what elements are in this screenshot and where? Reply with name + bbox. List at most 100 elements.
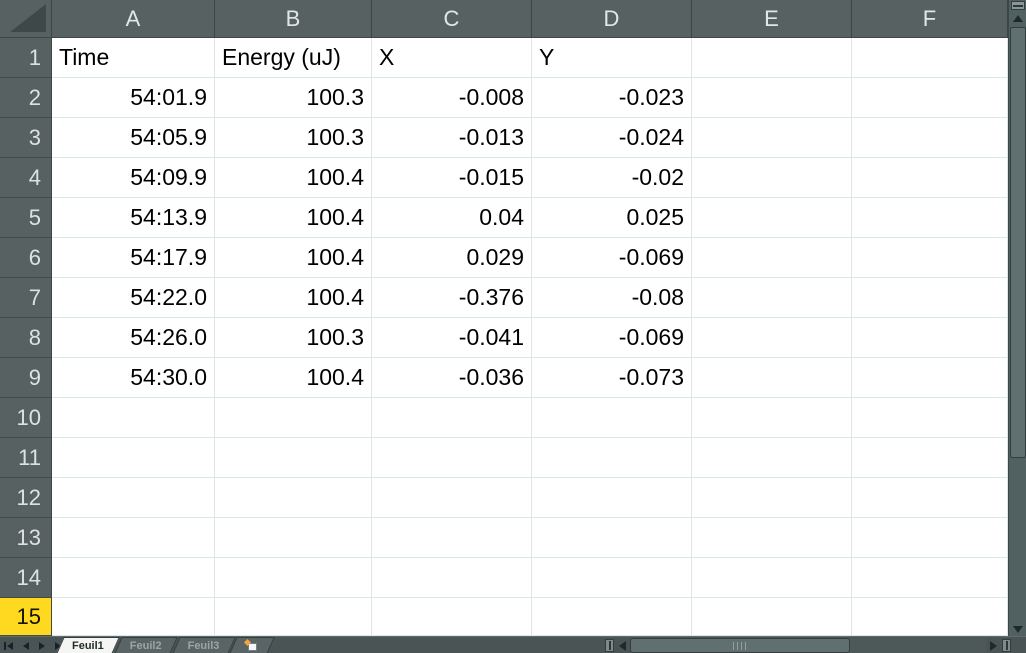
- cell-A4[interactable]: 54:09.9: [52, 158, 215, 198]
- cell-D7[interactable]: -0.08: [532, 278, 692, 318]
- cell-D2[interactable]: -0.023: [532, 78, 692, 118]
- cell-F10[interactable]: [852, 398, 1008, 438]
- row-header-2[interactable]: 2: [0, 78, 52, 118]
- horizontal-scrollbar-thumb[interactable]: [630, 638, 850, 653]
- tab-area-split-handle[interactable]: [605, 639, 614, 652]
- row-header-1[interactable]: 1: [0, 38, 52, 78]
- cell-A1[interactable]: Time: [52, 38, 215, 78]
- scroll-down-arrow-icon[interactable]: [1013, 626, 1023, 633]
- cell-E6[interactable]: [692, 238, 852, 278]
- cell-A2[interactable]: 54:01.9: [52, 78, 215, 118]
- cell-A15[interactable]: [52, 598, 215, 636]
- cell-A10[interactable]: [52, 398, 215, 438]
- cell-F4[interactable]: [852, 158, 1008, 198]
- row-header-15[interactable]: 15: [0, 598, 52, 636]
- cell-A14[interactable]: [52, 558, 215, 598]
- cell-F9[interactable]: [852, 358, 1008, 398]
- cell-C9[interactable]: -0.036: [372, 358, 532, 398]
- cell-F5[interactable]: [852, 198, 1008, 238]
- cell-C12[interactable]: [372, 478, 532, 518]
- cell-B10[interactable]: [215, 398, 372, 438]
- cell-D10[interactable]: [532, 398, 692, 438]
- cell-C5[interactable]: 0.04: [372, 198, 532, 238]
- cell-B1[interactable]: Energy (uJ): [215, 38, 372, 78]
- cell-D4[interactable]: -0.02: [532, 158, 692, 198]
- cell-F13[interactable]: [852, 518, 1008, 558]
- cell-B13[interactable]: [215, 518, 372, 558]
- cell-A6[interactable]: 54:17.9: [52, 238, 215, 278]
- cell-A9[interactable]: 54:30.0: [52, 358, 215, 398]
- cell-D12[interactable]: [532, 478, 692, 518]
- cell-F3[interactable]: [852, 118, 1008, 158]
- cell-B5[interactable]: 100.4: [215, 198, 372, 238]
- cell-D9[interactable]: -0.073: [532, 358, 692, 398]
- scroll-up-arrow-icon[interactable]: [1013, 15, 1023, 22]
- cell-C6[interactable]: 0.029: [372, 238, 532, 278]
- row-header-5[interactable]: 5: [0, 198, 52, 238]
- cell-D3[interactable]: -0.024: [532, 118, 692, 158]
- cell-D13[interactable]: [532, 518, 692, 558]
- cell-D5[interactable]: 0.025: [532, 198, 692, 238]
- insert-worksheet-tab[interactable]: [233, 637, 271, 653]
- column-header-D[interactable]: D: [532, 0, 692, 38]
- cell-B12[interactable]: [215, 478, 372, 518]
- cell-A5[interactable]: 54:13.9: [52, 198, 215, 238]
- column-header-E[interactable]: E: [692, 0, 852, 38]
- row-header-8[interactable]: 8: [0, 318, 52, 358]
- column-header-F[interactable]: F: [852, 0, 1008, 38]
- cell-B9[interactable]: 100.4: [215, 358, 372, 398]
- cell-A3[interactable]: 54:05.9: [52, 118, 215, 158]
- cell-E14[interactable]: [692, 558, 852, 598]
- row-header-3[interactable]: 3: [0, 118, 52, 158]
- cell-C10[interactable]: [372, 398, 532, 438]
- scroll-left-arrow-icon[interactable]: [619, 641, 626, 651]
- cell-A8[interactable]: 54:26.0: [52, 318, 215, 358]
- vertical-split-handle[interactable]: [1011, 1, 1025, 10]
- cell-E5[interactable]: [692, 198, 852, 238]
- cell-B4[interactable]: 100.4: [215, 158, 372, 198]
- vertical-scrollbar[interactable]: [1008, 0, 1026, 636]
- cell-B6[interactable]: 100.4: [215, 238, 372, 278]
- column-header-C[interactable]: C: [372, 0, 532, 38]
- cell-F15[interactable]: [852, 598, 1008, 636]
- cell-D6[interactable]: -0.069: [532, 238, 692, 278]
- cell-B14[interactable]: [215, 558, 372, 598]
- cell-C1[interactable]: X: [372, 38, 532, 78]
- cell-F8[interactable]: [852, 318, 1008, 358]
- row-header-11[interactable]: 11: [0, 438, 52, 478]
- cell-C15[interactable]: [372, 598, 532, 636]
- sheet-tab-feuil3[interactable]: Feuil3: [176, 637, 232, 653]
- cell-F11[interactable]: [852, 438, 1008, 478]
- cell-B2[interactable]: 100.3: [215, 78, 372, 118]
- sheet-tab-feuil1[interactable]: Feuil1: [60, 637, 116, 653]
- cell-B7[interactable]: 100.4: [215, 278, 372, 318]
- cell-E2[interactable]: [692, 78, 852, 118]
- cell-C13[interactable]: [372, 518, 532, 558]
- cell-A11[interactable]: [52, 438, 215, 478]
- sheet-tab-feuil2[interactable]: Feuil2: [118, 637, 174, 653]
- row-header-7[interactable]: 7: [0, 278, 52, 318]
- horizontal-split-handle[interactable]: [1002, 639, 1011, 652]
- cell-C11[interactable]: [372, 438, 532, 478]
- cell-E3[interactable]: [692, 118, 852, 158]
- cell-A13[interactable]: [52, 518, 215, 558]
- cell-E7[interactable]: [692, 278, 852, 318]
- cell-C8[interactable]: -0.041: [372, 318, 532, 358]
- cell-E15[interactable]: [692, 598, 852, 636]
- cell-D14[interactable]: [532, 558, 692, 598]
- cell-E11[interactable]: [692, 438, 852, 478]
- cell-C4[interactable]: -0.015: [372, 158, 532, 198]
- cell-D8[interactable]: -0.069: [532, 318, 692, 358]
- cell-D1[interactable]: Y: [532, 38, 692, 78]
- column-header-B[interactable]: B: [215, 0, 372, 38]
- cell-C14[interactable]: [372, 558, 532, 598]
- vertical-scrollbar-thumb[interactable]: [1010, 27, 1026, 458]
- cell-F2[interactable]: [852, 78, 1008, 118]
- previous-sheet-icon[interactable]: [20, 639, 32, 652]
- cell-A7[interactable]: 54:22.0: [52, 278, 215, 318]
- cell-B11[interactable]: [215, 438, 372, 478]
- select-all-corner[interactable]: [0, 0, 52, 38]
- row-header-6[interactable]: 6: [0, 238, 52, 278]
- row-header-4[interactable]: 4: [0, 158, 52, 198]
- cell-E13[interactable]: [692, 518, 852, 558]
